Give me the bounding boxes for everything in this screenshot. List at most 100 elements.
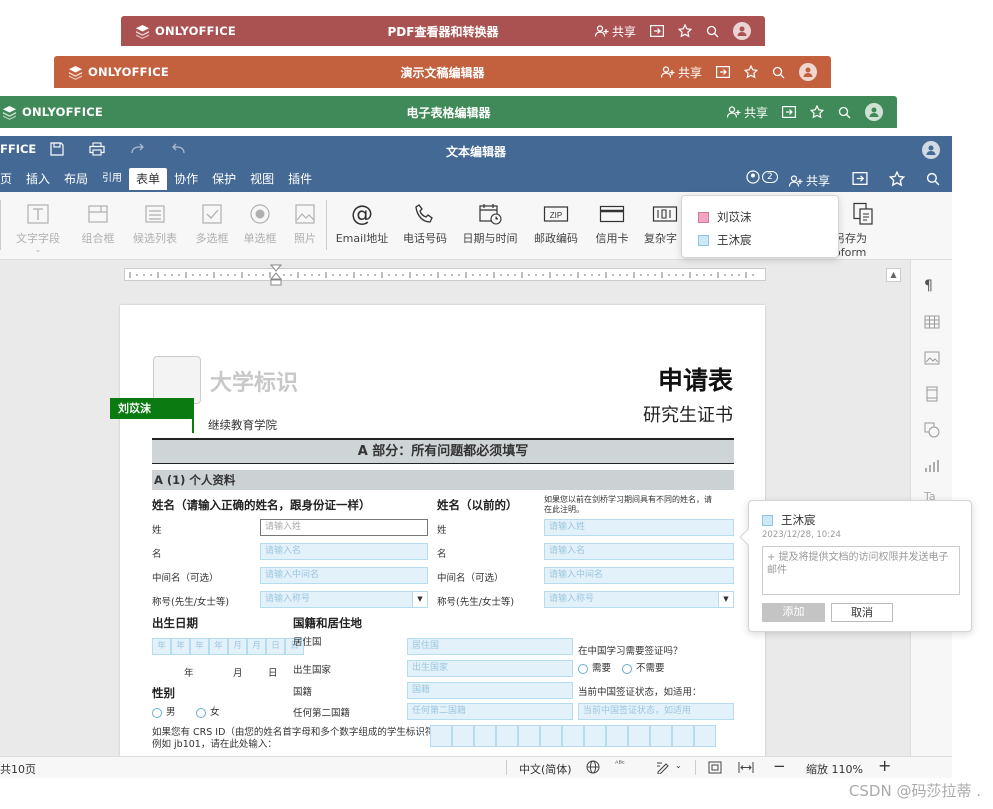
combo-box-button[interactable]: 组合框 <box>78 202 118 246</box>
phone-button[interactable]: 电话号码 <box>400 202 450 246</box>
language-selector[interactable]: 中文(简体) <box>519 761 572 777</box>
logo-placeholder[interactable] <box>153 356 201 404</box>
search-icon[interactable] <box>706 25 719 38</box>
share-button[interactable]: 共享 <box>660 64 702 81</box>
paragraph-icon[interactable]: ¶ <box>924 278 940 294</box>
datetime-button[interactable]: 日期与时间 <box>460 202 520 246</box>
prev-title-dropdown[interactable]: 请输入称号 <box>544 591 734 608</box>
checkbox-button[interactable]: 多选框 <box>192 202 232 246</box>
add-comment-button[interactable]: 添加 <box>762 603 825 622</box>
surname-label: 姓 <box>152 525 162 536</box>
at-icon: @ <box>351 201 373 227</box>
chevron-down-icon[interactable]: ▼ <box>718 592 733 607</box>
radio-icon[interactable] <box>196 707 206 718</box>
gender-female-option[interactable]: 女 <box>196 704 220 718</box>
visa-yes-option[interactable]: 需要 <box>578 660 611 674</box>
radio-button-button[interactable]: 单选框 <box>240 202 280 246</box>
chart-icon[interactable] <box>924 458 940 474</box>
cancel-comment-button[interactable]: 取消 <box>831 603 893 622</box>
tab-plugins[interactable]: 插件 <box>281 168 319 190</box>
visa-no-option[interactable]: 不需要 <box>622 660 665 674</box>
given-name-field[interactable]: 请输入名 <box>260 543 428 560</box>
star-icon[interactable] <box>744 65 758 79</box>
spreadsheet-window-header: ONLYOFFICE 电子表格编辑器 共享 <box>0 96 897 128</box>
star-icon[interactable] <box>678 24 692 38</box>
birth-country-label: 出生国家 <box>293 665 332 676</box>
star-icon[interactable] <box>889 171 905 187</box>
radio-icon[interactable] <box>578 663 588 674</box>
star-icon[interactable] <box>810 105 824 119</box>
user-avatar[interactable] <box>733 22 751 40</box>
tab-collaboration[interactable]: 协作 <box>167 168 205 190</box>
zoom-out-button[interactable]: − <box>773 757 786 775</box>
user-avatar[interactable] <box>865 103 883 121</box>
spellcheck-icon[interactable]: ᴬᴮᶜ <box>615 759 625 768</box>
scroll-up-button[interactable]: ▲ <box>886 268 901 282</box>
tab-insert[interactable]: 插入 <box>19 168 57 190</box>
shape-icon[interactable] <box>924 422 940 438</box>
dob-cells[interactable]: 年 年 年 年 月 月 日 日 <box>152 638 304 655</box>
email-button[interactable]: @ Email地址 <box>334 202 390 246</box>
author-color-swatch <box>762 515 773 526</box>
crs-id-cells[interactable] <box>430 725 716 747</box>
second-nationality-field[interactable]: 任何第二国籍 <box>407 703 573 720</box>
user-avatar[interactable] <box>922 141 940 159</box>
chevron-down-icon[interactable]: ⌄ <box>675 761 682 770</box>
comment-input[interactable]: + 提及将提供文档的访问权限并发送电子邮件 <box>762 546 960 595</box>
table-icon[interactable] <box>924 314 940 330</box>
image-icon[interactable] <box>924 350 940 366</box>
form-subtitle: 研究生证书 <box>643 405 733 426</box>
search-icon[interactable] <box>838 106 851 119</box>
tab-references[interactable]: 引用 <box>95 168 129 190</box>
prev-middle-name-field[interactable]: 请输入中间名 <box>544 567 734 584</box>
open-location-icon[interactable] <box>650 25 664 37</box>
zip-code-button[interactable]: ZIP 邮政编码 <box>532 202 580 246</box>
text-field-button[interactable]: 文字字段 ⌄ <box>14 202 62 254</box>
ruler-indent-marker[interactable] <box>270 264 282 286</box>
open-location-icon[interactable] <box>852 172 868 185</box>
collaborators-button[interactable]: 2 <box>746 170 778 184</box>
header-footer-icon[interactable] <box>924 386 940 402</box>
tab-page[interactable]: 页 <box>0 168 19 190</box>
save-as-oform-button[interactable]: 另存为oform <box>834 202 898 259</box>
visa-status-field[interactable]: 当前中国签证状态，如适用 <box>578 703 734 720</box>
ruler-ticks <box>129 272 754 278</box>
second-nationality-label: 任何第二国籍 <box>293 708 351 719</box>
title-dropdown[interactable]: 请输入称号 <box>260 591 428 608</box>
tab-protection[interactable]: 保护 <box>205 168 243 190</box>
residence-country-field[interactable]: 居住国 <box>407 638 573 655</box>
role-item[interactable]: 刘苡沫 <box>698 209 752 225</box>
tab-view[interactable]: 视图 <box>243 168 281 190</box>
middle-name-field[interactable]: 请输入中间名 <box>260 567 428 584</box>
zoom-level: 缩放 110% <box>806 763 863 776</box>
zoom-in-button[interactable]: + <box>878 756 891 775</box>
track-changes-icon[interactable] <box>656 760 672 774</box>
prev-given-name-field[interactable]: 请输入名 <box>544 543 734 560</box>
open-location-icon[interactable] <box>716 66 730 78</box>
fit-width-icon[interactable] <box>738 761 754 774</box>
open-location-icon[interactable] <box>782 106 796 118</box>
credit-card-button[interactable]: 信用卡 <box>590 202 634 246</box>
search-icon[interactable] <box>772 66 785 79</box>
birth-country-field[interactable]: 出生国家 <box>407 660 573 677</box>
tab-layout[interactable]: 布局 <box>57 168 95 190</box>
gender-male-option[interactable]: 男 <box>152 704 176 718</box>
image-button[interactable]: 照片 <box>288 202 322 246</box>
tab-forms[interactable]: 表单 <box>129 168 168 190</box>
document-page[interactable]: 大学标识 刘苡沫 继续教育学院 申请表 研究生证书 A 部分：所有问题都必须填写… <box>110 305 765 756</box>
chevron-down-icon[interactable]: ▼ <box>412 592 427 607</box>
nationality-field[interactable]: 国籍 <box>407 682 573 699</box>
share-button[interactable]: 共享 <box>594 23 636 40</box>
role-item[interactable]: 王沐宸 <box>698 232 752 248</box>
globe-icon[interactable] <box>586 760 600 774</box>
radio-icon[interactable] <box>152 707 162 718</box>
radio-icon[interactable] <box>622 663 632 674</box>
search-icon[interactable] <box>926 172 940 186</box>
share-button[interactable]: 共享 <box>726 104 768 121</box>
prev-surname-field[interactable]: 请输入姓 <box>544 519 734 536</box>
surname-field[interactable]: 请输入姓 <box>260 519 428 536</box>
fit-page-icon[interactable] <box>708 761 722 774</box>
dropdown-list-button[interactable]: 候选列表 <box>130 202 180 246</box>
user-avatar[interactable] <box>799 63 817 81</box>
share-button[interactable]: 共享 <box>789 172 830 189</box>
